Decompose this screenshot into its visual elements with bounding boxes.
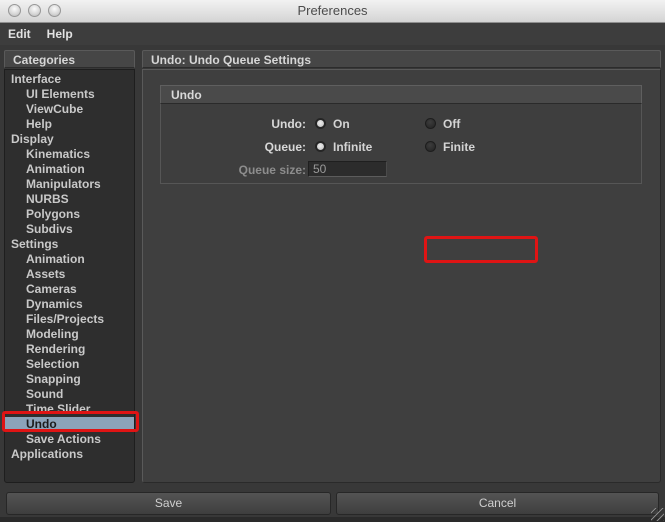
- cancel-button[interactable]: Cancel: [336, 492, 659, 515]
- categories-header: Categories: [4, 50, 135, 68]
- sidebar-item-time-slider[interactable]: Time Slider: [5, 402, 134, 417]
- sidebar-item-files-projects[interactable]: Files/Projects: [5, 312, 134, 327]
- sidebar-item-settings[interactable]: Settings: [5, 237, 134, 252]
- undo-label: Undo:: [271, 116, 306, 131]
- sidebar-item-save-actions[interactable]: Save Actions: [5, 432, 134, 447]
- sidebar-item-snapping[interactable]: Snapping: [5, 372, 134, 387]
- sidebar-item-animation-display[interactable]: Animation: [5, 162, 134, 177]
- sidebar-item-sound[interactable]: Sound: [5, 387, 134, 402]
- sidebar-item-cameras[interactable]: Cameras: [5, 282, 134, 297]
- sidebar-item-undo[interactable]: Undo: [5, 417, 134, 432]
- undo-group-content: Undo: On Off Queue: Infinite Finite Queu…: [160, 103, 642, 263]
- sidebar-item-polygons[interactable]: Polygons: [5, 207, 134, 222]
- sidebar-item-applications[interactable]: Applications: [5, 447, 134, 462]
- undo-off-option[interactable]: Off: [425, 117, 460, 131]
- radio-on-icon[interactable]: [315, 118, 326, 129]
- queue-size-label: Queue size:: [238, 162, 306, 177]
- menu-help[interactable]: Help: [39, 23, 81, 45]
- menu-edit[interactable]: Edit: [0, 23, 39, 45]
- sidebar-item-subdivs[interactable]: Subdivs: [5, 222, 134, 237]
- sidebar-item-help[interactable]: Help: [5, 117, 134, 132]
- settings-section-title: Undo: Undo Queue Settings: [142, 50, 661, 68]
- sidebar-item-viewcube[interactable]: ViewCube: [5, 102, 134, 117]
- sidebar-item-manipulators[interactable]: Manipulators: [5, 177, 134, 192]
- sidebar-item-selection[interactable]: Selection: [5, 357, 134, 372]
- queue-finite-option[interactable]: Finite: [425, 140, 475, 154]
- queue-infinite-label: Infinite: [333, 139, 373, 154]
- queue-size-row: Queue size:: [161, 161, 641, 177]
- queue-finite-label: Finite: [443, 139, 475, 154]
- sidebar-item-rendering[interactable]: Rendering: [5, 342, 134, 357]
- resize-grip[interactable]: [651, 508, 664, 521]
- queue-size-input: [308, 161, 387, 177]
- sidebar-item-nurbs[interactable]: NURBS: [5, 192, 134, 207]
- undo-off-label: Off: [443, 116, 461, 131]
- window-bottom-edge: [0, 517, 665, 522]
- queue-row: Queue: Infinite Finite: [161, 139, 641, 154]
- sidebar-item-ui-elements[interactable]: UI Elements: [5, 87, 134, 102]
- sidebar-item-display[interactable]: Display: [5, 132, 134, 147]
- categories-list: Interface UI Elements ViewCube Help Disp…: [4, 69, 135, 483]
- sidebar-item-interface[interactable]: Interface: [5, 72, 134, 87]
- radio-infinite-icon[interactable]: [315, 141, 326, 152]
- window-title: Preferences: [297, 3, 368, 18]
- undo-on-option[interactable]: On: [315, 117, 350, 131]
- queue-infinite-option[interactable]: Infinite: [315, 140, 372, 154]
- undo-row: Undo: On Off: [161, 116, 641, 131]
- sidebar-item-modeling[interactable]: Modeling: [5, 327, 134, 342]
- menubar: Edit Help: [0, 23, 665, 45]
- save-button[interactable]: Save: [6, 492, 331, 515]
- undo-group-header: Undo: [160, 85, 642, 103]
- preferences-window: Preferences Edit Help Categories Undo: U…: [0, 0, 665, 522]
- undo-on-label: On: [333, 116, 350, 131]
- titlebar: Preferences: [0, 0, 665, 23]
- radio-off-icon[interactable]: [425, 118, 436, 129]
- sidebar-item-kinematics[interactable]: Kinematics: [5, 147, 134, 162]
- sidebar-item-assets[interactable]: Assets: [5, 267, 134, 282]
- sidebar-item-animation-settings[interactable]: Animation: [5, 252, 134, 267]
- radio-finite-icon[interactable]: [425, 141, 436, 152]
- queue-label: Queue:: [264, 139, 306, 154]
- sidebar-item-dynamics[interactable]: Dynamics: [5, 297, 134, 312]
